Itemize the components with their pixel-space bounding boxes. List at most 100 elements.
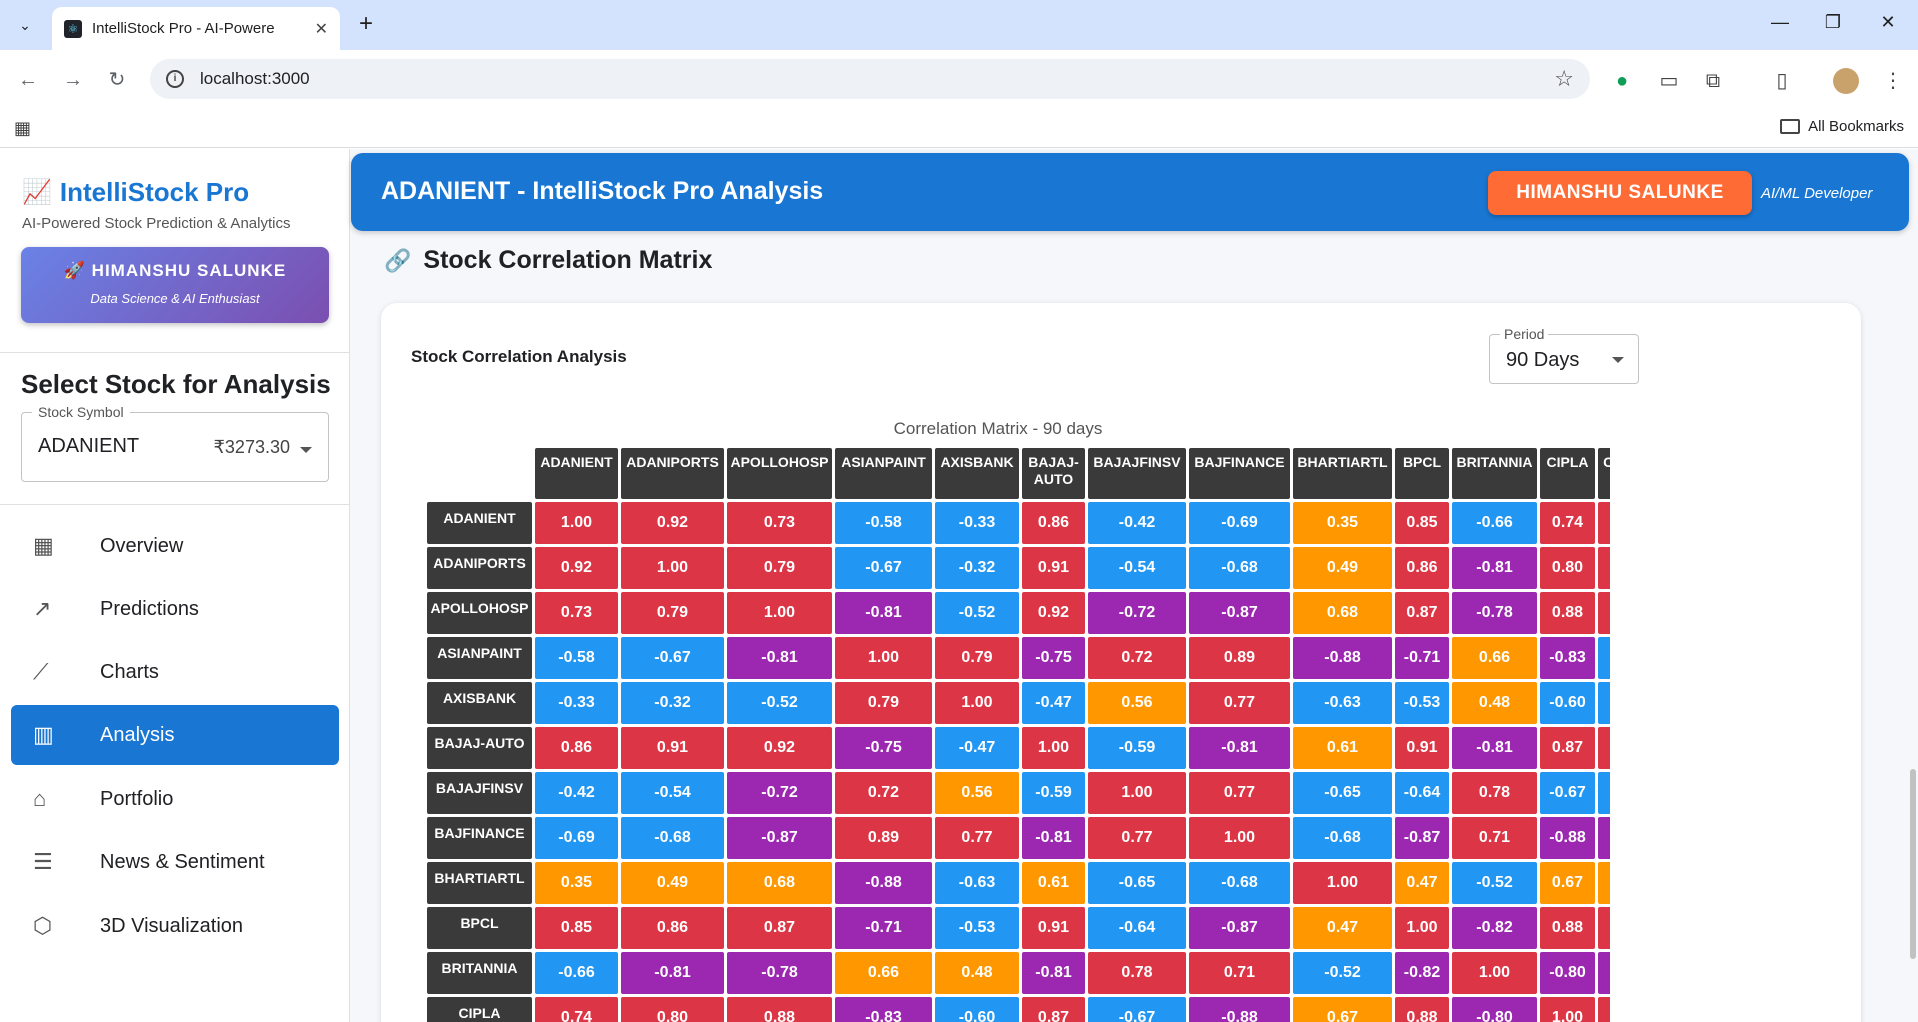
matrix-cell[interactable]: -0.53 (1395, 682, 1449, 724)
matrix-cell[interactable]: -0.63 (1293, 682, 1392, 724)
matrix-cell[interactable]: -0.67 (1540, 772, 1595, 814)
matrix-cell[interactable]: 0.87 (727, 907, 832, 949)
matrix-cell[interactable]: -0.67 (835, 547, 932, 589)
matrix-cell[interactable]: -0.88 (1293, 637, 1392, 679)
matrix-cell[interactable]: 0.68 (1293, 592, 1392, 634)
matrix-cell[interactable]: 0.87 (1540, 727, 1595, 769)
matrix-cell[interactable]: -0.87 (1395, 817, 1449, 859)
matrix-cell[interactable]: -0.87 (727, 817, 832, 859)
matrix-cell[interactable]: 0.35 (1293, 502, 1392, 544)
matrix-cell[interactable]: 0.91 (1022, 907, 1085, 949)
matrix-cell[interactable]: -0.64 (1088, 907, 1186, 949)
correlation-matrix[interactable]: ADANIENT ADANIPORTS APOLLOHOSP ASIANPAINT AX… (427, 448, 1610, 1022)
site-info-icon[interactable]: i (166, 70, 184, 88)
matrix-cell[interactable]: -0.67 (1088, 997, 1186, 1022)
cast-icon[interactable]: ▭ (1654, 66, 1684, 96)
matrix-cell[interactable]: -0.75 (835, 727, 932, 769)
matrix-cell[interactable]: -0.69 (1189, 502, 1290, 544)
matrix-cell[interactable]: 0.81 (1598, 592, 1610, 634)
matrix-cell[interactable]: -0.67 (621, 637, 724, 679)
matrix-cell[interactable]: 0.56 (935, 772, 1019, 814)
matrix-cell[interactable]: -0.65 (1088, 862, 1186, 904)
matrix-cell[interactable]: -0.60 (1598, 772, 1610, 814)
matrix-cell[interactable]: 0.77 (1189, 682, 1290, 724)
matrix-cell[interactable]: -0.72 (727, 772, 832, 814)
matrix-cell[interactable]: 0.49 (621, 862, 724, 904)
matrix-cell[interactable]: 0.74 (1540, 502, 1595, 544)
matrix-cell[interactable]: 1.00 (1088, 772, 1186, 814)
matrix-cell[interactable]: 0.85 (535, 907, 618, 949)
matrix-cell[interactable]: 1.00 (1452, 952, 1537, 994)
matrix-cell[interactable]: -0.42 (535, 772, 618, 814)
apps-grid-icon[interactable]: ▦ (14, 118, 31, 139)
matrix-cell[interactable]: -0.81 (1452, 727, 1537, 769)
matrix-cell[interactable]: 1.00 (1540, 997, 1595, 1022)
matrix-cell[interactable]: 0.92 (727, 727, 832, 769)
matrix-cell[interactable]: 0.47 (1293, 907, 1392, 949)
matrix-cell[interactable]: 0.82 (1598, 547, 1610, 589)
sidebar-item-overview[interactable]: ▦ Overview (11, 516, 339, 576)
matrix-cell[interactable]: 0.77 (1189, 772, 1290, 814)
sidebar-item-analysis[interactable]: ▥ Analysis (11, 705, 339, 765)
sidebar-item-predictions[interactable]: ↗ Predictions (11, 579, 339, 639)
matrix-cell[interactable]: 0.56 (1088, 682, 1186, 724)
matrix-cell[interactable]: -0.80 (1452, 997, 1537, 1022)
matrix-cell[interactable]: 0.85 (1395, 502, 1449, 544)
matrix-cell[interactable]: -0.58 (835, 502, 932, 544)
matrix-cell[interactable]: 0.79 (835, 682, 932, 724)
menu-icon[interactable]: ⋮ (1878, 66, 1908, 96)
matrix-cell[interactable]: -0.68 (1189, 862, 1290, 904)
matrix-cell[interactable]: 0.79 (727, 547, 832, 589)
matrix-cell[interactable]: -0.68 (621, 817, 724, 859)
matrix-cell[interactable]: -0.78 (1452, 592, 1537, 634)
address-bar[interactable]: i localhost:3000 ☆ (150, 59, 1590, 99)
matrix-cell[interactable]: -0.83 (835, 997, 932, 1022)
matrix-cell[interactable]: -0.88 (1189, 997, 1290, 1022)
matrix-cell[interactable]: -0.85 (1598, 817, 1610, 859)
matrix-cell[interactable]: 0.41 (1598, 862, 1610, 904)
matrix-cell[interactable]: 0.67 (1540, 862, 1595, 904)
sidebar-item-news-sentiment[interactable]: ☰ News & Sentiment (11, 832, 339, 892)
matrix-cell[interactable]: 0.89 (1189, 637, 1290, 679)
matrix-cell[interactable]: 1.00 (1395, 907, 1449, 949)
matrix-cell[interactable]: -0.58 (535, 637, 618, 679)
matrix-cell[interactable]: -0.60 (935, 997, 1019, 1022)
matrix-cell[interactable]: 0.78 (1452, 772, 1537, 814)
matrix-cell[interactable]: -0.59 (1088, 727, 1186, 769)
matrix-cell[interactable]: -0.52 (727, 682, 832, 724)
matrix-cell[interactable]: -0.47 (935, 727, 1019, 769)
tab-close-icon[interactable]: ✕ (315, 19, 328, 39)
matrix-cell[interactable]: 1.00 (621, 547, 724, 589)
matrix-cell[interactable]: 0.86 (1395, 547, 1449, 589)
matrix-cell[interactable]: -0.63 (935, 862, 1019, 904)
matrix-cell[interactable]: 0.86 (621, 907, 724, 949)
matrix-cell[interactable]: 1.00 (835, 637, 932, 679)
tab-search-icon[interactable]: ⌄ (10, 10, 40, 40)
matrix-cell[interactable]: 1.00 (727, 592, 832, 634)
matrix-cell[interactable]: -0.75 (1022, 637, 1085, 679)
matrix-cell[interactable]: -0.68 (1189, 547, 1290, 589)
side-panel-icon[interactable]: ▯ (1767, 66, 1797, 96)
matrix-cell[interactable]: 0.85 (1598, 727, 1610, 769)
browser-tab[interactable]: ⚛ IntelliStock Pro - AI-Powere ✕ (52, 7, 340, 50)
matrix-cell[interactable]: 1.00 (1189, 817, 1290, 859)
matrix-cell[interactable]: 0.71 (1189, 952, 1290, 994)
matrix-cell[interactable]: 0.68 (727, 862, 832, 904)
matrix-cell[interactable]: -0.81 (621, 952, 724, 994)
matrix-cell[interactable]: -0.78 (727, 952, 832, 994)
matrix-cell[interactable]: -0.71 (1395, 637, 1449, 679)
matrix-cell[interactable]: 0.61 (1022, 862, 1085, 904)
new-tab-icon[interactable]: + (352, 11, 380, 39)
period-select[interactable]: Period 90 Days (1489, 326, 1639, 384)
matrix-cell[interactable]: 0.92 (621, 502, 724, 544)
forward-icon[interactable]: → (59, 66, 87, 94)
matrix-cell[interactable]: -0.88 (835, 862, 932, 904)
matrix-cell[interactable]: 0.96 (1598, 907, 1610, 949)
matrix-cell[interactable]: 0.91 (1022, 547, 1085, 589)
matrix-cell[interactable]: 0.83 (1598, 997, 1610, 1022)
grammarly-icon[interactable]: ● (1607, 66, 1637, 96)
matrix-cell[interactable]: -0.60 (1540, 682, 1595, 724)
matrix-cell[interactable]: 0.61 (1293, 727, 1392, 769)
matrix-cell[interactable]: -0.81 (1022, 817, 1085, 859)
matrix-cell[interactable]: -0.64 (1395, 772, 1449, 814)
